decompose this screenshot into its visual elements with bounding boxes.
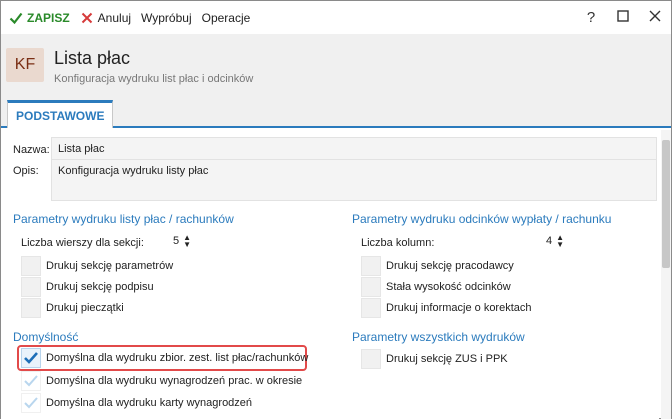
slips-params-section-title: Parametry wydruku odcinków wypłaty / rac… — [352, 212, 612, 226]
operations-label: Operacje — [201, 10, 251, 25]
name-label: Nazwa: — [13, 144, 50, 156]
checkmark-icon — [9, 11, 23, 25]
check-print-zus-ppk[interactable]: Drukuj sekcję ZUS i PPK — [361, 349, 508, 369]
checkbox-label: Drukuj sekcję parametrów — [46, 260, 174, 272]
checkmark-icon — [24, 397, 38, 409]
scrollbar-thumb[interactable] — [662, 140, 670, 268]
window-controls: ? — [575, 1, 671, 34]
operations-button[interactable]: Operacje — [197, 1, 256, 34]
checkbox-label: Domyślna dla wydruku zbior. zest. list p… — [46, 352, 309, 364]
rows-per-section-spinner[interactable]: 5 ▲ ▼ — [173, 234, 191, 249]
checkbox-label: Domyślna dla wydruku karty wynagrodzeń — [46, 397, 253, 409]
cancel-label: Anuluj — [97, 10, 132, 25]
scrollbar[interactable] — [661, 130, 671, 419]
save-button[interactable]: ZAPISZ — [1, 1, 75, 34]
checkbox-label: Domyślna dla wydruku wynagrodzeń prac. w… — [46, 375, 303, 387]
check-print-employer[interactable]: Drukuj sekcję pracodawcy — [361, 256, 514, 276]
checkbox-label: Stała wysokość odcinków — [386, 281, 511, 293]
dialog-window: ZAPISZ Anuluj Wypróbuj Operacje ? KF Lis… — [0, 0, 672, 419]
header: KF Lista płac Konfiguracja wydruku list … — [1, 34, 671, 96]
spinner-arrows-icon[interactable]: ▲ ▼ — [183, 234, 191, 249]
check-default-period[interactable]: Domyślna dla wydruku wynagrodzeń prac. w… — [21, 371, 302, 391]
rows-per-section-value: 5 — [173, 235, 180, 247]
maximize-icon — [617, 9, 629, 26]
close-icon — [80, 11, 94, 25]
checkbox-label: Drukuj sekcję pracodawcy — [386, 260, 514, 272]
toolbar: ZAPISZ Anuluj Wypróbuj Operacje ? — [1, 1, 671, 34]
checkbox[interactable] — [21, 277, 41, 297]
check-print-stamps[interactable]: Drukuj pieczątki — [21, 298, 124, 318]
check-print-signature[interactable]: Drukuj sekcję podpisu — [21, 277, 154, 297]
rows-per-section-label: Liczba wierszy dla sekcji: — [21, 237, 144, 249]
maximize-button[interactable] — [607, 1, 639, 34]
checkbox[interactable] — [21, 256, 41, 276]
payroll-params-section-title: Parametry wydruku listy płac / rachunków — [13, 212, 234, 226]
tab-podstawowe[interactable]: PODSTAWOWE — [7, 100, 114, 128]
try-button[interactable]: Wypróbuj — [136, 1, 197, 34]
description-label: Opis: — [13, 165, 39, 177]
checkbox[interactable] — [361, 277, 381, 297]
checkbox[interactable] — [21, 298, 41, 318]
check-print-params[interactable]: Drukuj sekcję parametrów — [21, 256, 173, 276]
checkbox[interactable] — [21, 371, 41, 391]
columns-count-value: 4 — [546, 235, 553, 247]
checkbox[interactable] — [21, 393, 41, 413]
all-prints-section-title: Parametry wszystkich wydruków — [352, 330, 525, 344]
tab-bar: PODSTAWOWE — [1, 96, 671, 128]
check-default-card[interactable]: Domyślna dla wydruku karty wynagrodzeń — [21, 393, 252, 413]
columns-count-label: Liczba kolumn: — [361, 237, 435, 249]
checkbox-label: Drukuj informacje o korektach — [386, 302, 532, 314]
cancel-button[interactable]: Anuluj — [75, 1, 136, 34]
save-label: ZAPISZ — [27, 10, 70, 25]
close-window-button[interactable] — [639, 1, 671, 34]
checkbox[interactable] — [361, 349, 381, 369]
description-field[interactable]: Konfiguracja wydruku listy płac — [51, 159, 657, 201]
checkbox-label: Drukuj sekcję ZUS i PPK — [386, 353, 508, 365]
checkbox[interactable] — [21, 348, 41, 368]
spinner-arrows-icon[interactable]: ▲ ▼ — [556, 234, 564, 249]
checkbox-label: Drukuj sekcję podpisu — [46, 281, 154, 293]
columns-count-spinner[interactable]: 4 ▲ ▼ — [546, 234, 564, 249]
try-label: Wypróbuj — [141, 10, 192, 25]
defaults-section-title: Domyślność — [13, 330, 79, 344]
help-icon: ? — [586, 9, 596, 26]
checkbox-label: Drukuj pieczątki — [46, 302, 124, 314]
check-fixed-height[interactable]: Stała wysokość odcinków — [361, 277, 511, 297]
check-print-corrections[interactable]: Drukuj informacje o korektach — [361, 298, 532, 318]
help-button[interactable]: ? — [575, 1, 607, 34]
module-badge: KF — [6, 48, 44, 82]
checkbox[interactable] — [361, 298, 381, 318]
checkmark-icon — [24, 375, 38, 387]
checkbox[interactable] — [361, 256, 381, 276]
close-window-icon — [649, 9, 661, 26]
check-default-summary[interactable]: Domyślna dla wydruku zbior. zest. list p… — [21, 348, 308, 368]
checkmark-icon — [24, 352, 38, 364]
page-title: Lista płac — [54, 48, 131, 68]
name-field[interactable]: Lista płac — [51, 137, 657, 161]
page-subtitle: Konfiguracja wydruku list płac i odcinkó… — [54, 73, 254, 85]
